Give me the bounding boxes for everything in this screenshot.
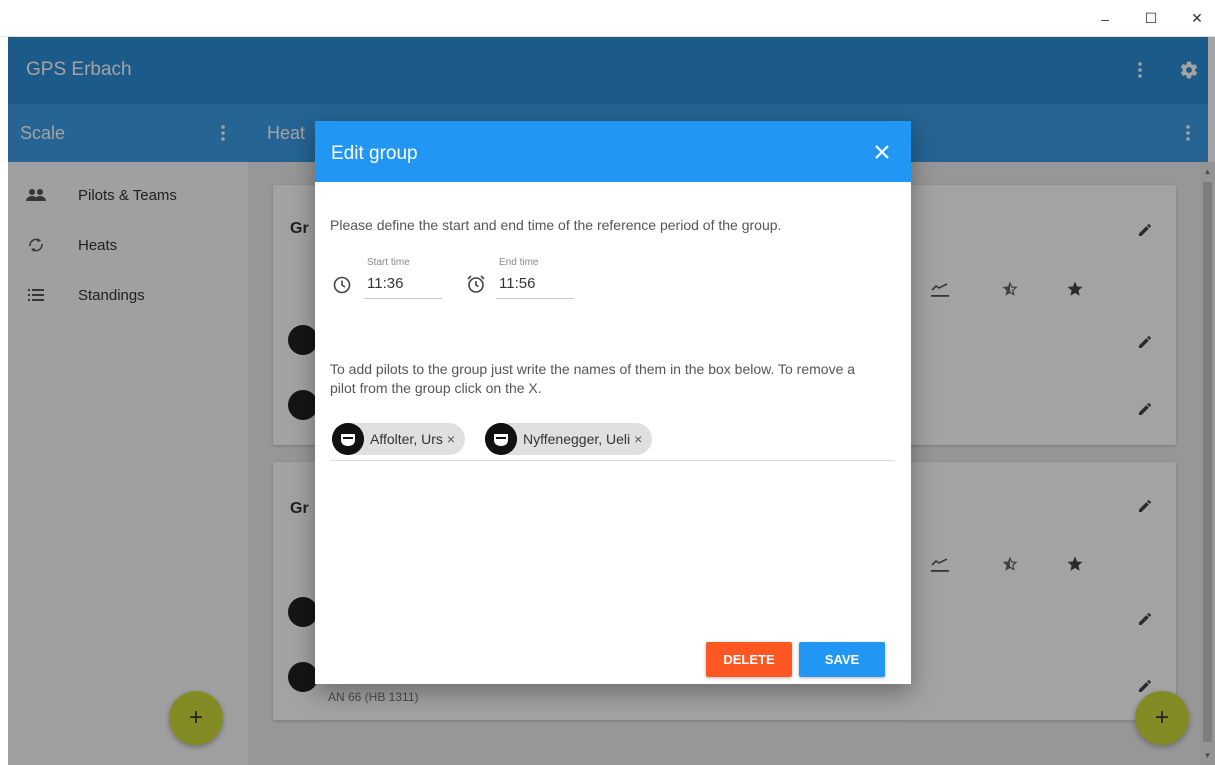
pilot-input-underline[interactable] [330, 460, 895, 461]
end-time-label: End time [499, 257, 539, 268]
pilot-avatar [332, 423, 364, 455]
chip-remove-icon[interactable]: × [634, 431, 642, 447]
delete-button[interactable]: DELETE [706, 642, 792, 677]
dialog-title: Edit group [331, 143, 418, 164]
window-titlebar: – ☐ ✕ [0, 0, 1215, 37]
intro-text: Please define the start and end time of … [330, 217, 782, 233]
minimize-button[interactable]: – [1082, 0, 1128, 37]
close-icon[interactable] [869, 139, 895, 165]
end-time-underline [496, 298, 574, 299]
start-time-label: Start time [367, 257, 410, 268]
dialog-header: Edit group [315, 121, 911, 182]
pilot-avatar [485, 423, 517, 455]
chip-label: Nyffenegger, Ueli [523, 431, 631, 447]
maximize-button[interactable]: ☐ [1128, 0, 1174, 37]
start-time-field[interactable]: 11:36 [367, 275, 403, 292]
edit-group-dialog: Edit group Please define the start and e… [315, 121, 911, 684]
window-close-button[interactable]: ✕ [1174, 0, 1215, 37]
clock-icon [331, 274, 353, 296]
save-button[interactable]: SAVE [799, 642, 885, 677]
alarm-clock-icon [465, 273, 487, 295]
chip-remove-icon[interactable]: × [447, 431, 455, 447]
start-time-underline [364, 298, 442, 299]
pilot-chip: Nyffenegger, Ueli × [485, 423, 653, 455]
pilot-chip: Affolter, Urs × [332, 423, 466, 455]
end-time-field[interactable]: 11:56 [499, 275, 535, 292]
pilots-instructions: To add pilots to the group just write th… [330, 361, 856, 396]
chip-label: Affolter, Urs [370, 431, 443, 447]
